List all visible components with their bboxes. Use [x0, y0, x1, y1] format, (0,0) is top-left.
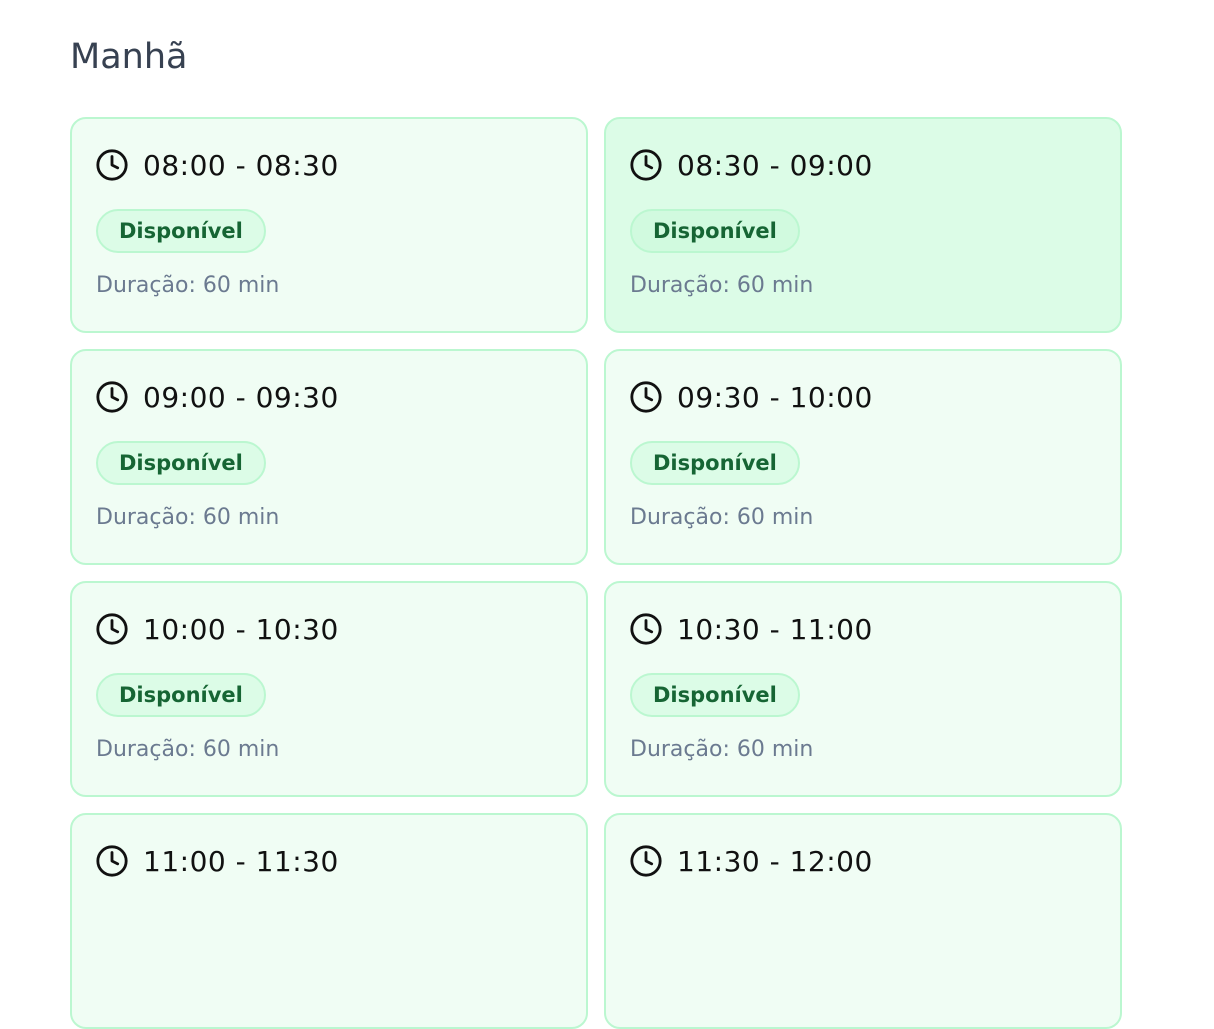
status-badge: Disponível: [96, 441, 266, 485]
time-row: 11:30 - 12:00: [630, 841, 1096, 881]
status-badge: Disponível: [96, 673, 266, 717]
duration-label: Duração: 60 min: [96, 505, 280, 530]
time-row: 09:30 - 10:00: [630, 377, 1096, 417]
time-row: 08:30 - 09:00: [630, 145, 1096, 185]
time-row: 10:00 - 10:30: [96, 609, 562, 649]
time-slot-card[interactable]: 10:30 - 11:00 Disponível Duração: 60 min: [604, 581, 1122, 797]
status-badge: Disponível: [96, 209, 266, 253]
time-row: 08:00 - 08:30: [96, 145, 562, 185]
time-row: 11:00 - 11:30: [96, 841, 562, 881]
time-row: 09:00 - 09:30: [96, 377, 562, 417]
time-slot-card[interactable]: 10:00 - 10:30 Disponível Duração: 60 min: [70, 581, 588, 797]
time-slot-card[interactable]: 09:00 - 09:30 Disponível Duração: 60 min: [70, 349, 588, 565]
status-badge: Disponível: [630, 209, 800, 253]
time-row: 10:30 - 11:00: [630, 609, 1096, 649]
section-title: Manhã: [70, 37, 188, 77]
time-range: 08:30 - 09:00: [677, 148, 873, 182]
status-badge: Disponível: [630, 441, 800, 485]
clock-icon: [629, 380, 663, 414]
time-slot-card[interactable]: 09:30 - 10:00 Disponível Duração: 60 min: [604, 349, 1122, 565]
time-range: 10:30 - 11:00: [677, 612, 873, 646]
clock-icon: [95, 148, 129, 182]
time-range: 09:30 - 10:00: [677, 380, 873, 414]
clock-icon: [629, 148, 663, 182]
time-slot-grid: 08:00 - 08:30 Disponível Duração: 60 min…: [70, 117, 1122, 1029]
clock-icon: [629, 844, 663, 878]
duration-label: Duração: 60 min: [96, 273, 280, 298]
duration-label: Duração: 60 min: [630, 737, 814, 762]
clock-icon: [95, 380, 129, 414]
time-slot-card[interactable]: 11:00 - 11:30: [70, 813, 588, 1029]
duration-label: Duração: 60 min: [630, 273, 814, 298]
time-range: 11:00 - 11:30: [143, 844, 339, 878]
time-range: 11:30 - 12:00: [677, 844, 873, 878]
clock-icon: [629, 612, 663, 646]
status-badge: Disponível: [630, 673, 800, 717]
duration-label: Duração: 60 min: [630, 505, 814, 530]
clock-icon: [95, 844, 129, 878]
time-range: 08:00 - 08:30: [143, 148, 339, 182]
time-slot-card[interactable]: 08:30 - 09:00 Disponível Duração: 60 min: [604, 117, 1122, 333]
time-slot-card[interactable]: 08:00 - 08:30 Disponível Duração: 60 min: [70, 117, 588, 333]
clock-icon: [95, 612, 129, 646]
time-range: 09:00 - 09:30: [143, 380, 339, 414]
duration-label: Duração: 60 min: [96, 737, 280, 762]
time-slot-card[interactable]: 11:30 - 12:00: [604, 813, 1122, 1029]
time-range: 10:00 - 10:30: [143, 612, 339, 646]
